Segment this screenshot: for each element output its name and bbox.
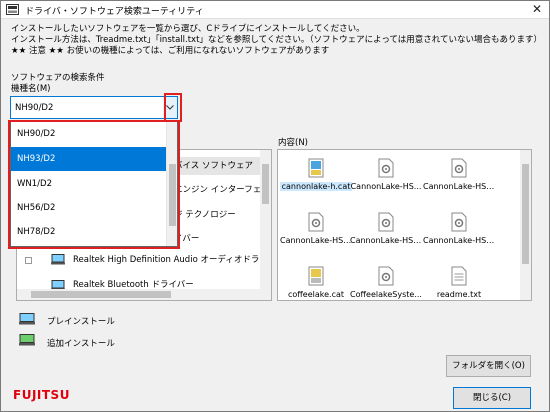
file-item[interactable]: readme.txt [423, 264, 495, 300]
file-item[interactable]: cannonlake-h.cat [280, 156, 352, 200]
catalog-file-icon [308, 266, 324, 286]
tree-item[interactable]: バイス ソフトウェア [174, 157, 261, 175]
scroll-thumb[interactable] [522, 164, 529, 264]
tree-item-label: Realtek High Definition Audio オーディオドライバ [73, 255, 272, 265]
model-select[interactable]: NH90/D2 [10, 96, 178, 119]
file-name: CannonLake-HSy... [280, 236, 352, 245]
description-warning: ★★ 注意 ★★ お使いの機種によっては、ご利用になれないソフトウェアがあります [11, 46, 330, 56]
file-name: CannonLake-HS... [350, 182, 422, 191]
file-item[interactable]: CannonLake-HSy... [280, 210, 352, 254]
file-item[interactable]: CannonLake-HSy... [350, 210, 422, 254]
app-icon [6, 4, 19, 15]
preinstall-legend-label: プレインストール [47, 317, 115, 327]
highlight-box-dropdown-button [164, 93, 182, 122]
tree-item[interactable]: ジ テクノロジー [174, 206, 236, 224]
file-item[interactable]: CoffeelakeSyste... [350, 264, 422, 300]
text-file-icon [451, 266, 467, 286]
tree-item[interactable]: エンジン インターフェ [174, 181, 261, 199]
tree-vertical-scrollbar[interactable] [260, 150, 271, 290]
fujitsu-logo: FUJITSU [13, 388, 70, 402]
close-button[interactable]: 閉じる(C) [453, 387, 531, 409]
file-name: CannonLake-HSy... [423, 236, 495, 245]
window-title: ドライバ・ソフトウェア検索ユーティリティ [25, 7, 204, 17]
settings-file-icon [451, 212, 467, 232]
settings-file-icon [378, 158, 394, 178]
file-item[interactable]: CannonLake-HSy... [423, 156, 495, 200]
additional-install-legend-icon [19, 334, 35, 346]
catalog-file-icon [308, 158, 324, 178]
file-name: cannonlake-h.cat [280, 182, 352, 191]
tree-item-label: バイス ソフトウェア [174, 161, 253, 171]
file-name: CannonLake-HSy... [423, 182, 495, 191]
settings-file-icon [308, 212, 324, 232]
main-window: ドライバ・ソフトウェア検索ユーティリティ ✕ インストールしたいソフトウェアを一… [0, 0, 550, 412]
tree-item-label: エンジン インターフェ [174, 185, 262, 195]
model-label: 機種名(M) [11, 84, 51, 94]
file-item[interactable]: coffeelake.cat [280, 264, 352, 300]
file-name: coffeelake.cat [287, 290, 345, 299]
tree-item-label: ジ テクノロジー [174, 210, 236, 220]
close-window-icon[interactable]: ✕ [532, 2, 542, 16]
settings-file-icon [378, 212, 394, 232]
title-bar: ドライバ・ソフトウェア検索ユーティリティ ✕ [1, 1, 549, 19]
file-name: readme.txt [436, 290, 482, 299]
open-folder-button[interactable]: フォルダを開く(O) [446, 355, 531, 377]
preinstall-legend-icon [19, 313, 35, 325]
tree-horizontal-scrollbar[interactable] [17, 289, 271, 300]
description-line-1: インストールしたいソフトウェアを一覧から選び、Cドライブにインストールしてくださ… [11, 24, 365, 34]
description-line-2: インストール方法は、Treadme.txt」「install.txt」などを参照… [11, 35, 543, 45]
tree-item[interactable]: Realtek High Definition Audio オーディオドライバ [73, 251, 272, 269]
model-select-value: NH90/D2 [15, 103, 54, 113]
file-name: CoffeelakeSyste... [350, 290, 422, 299]
file-item[interactable]: CannonLake-HS... [350, 156, 422, 200]
contents-vertical-scrollbar[interactable] [520, 150, 531, 300]
scroll-thumb[interactable] [31, 291, 171, 298]
tree-expander[interactable] [25, 257, 32, 264]
contents-label: 内容(N) [278, 138, 308, 148]
additional-install-legend-label: 追加インストール [47, 339, 115, 349]
settings-file-icon [378, 266, 394, 286]
contents-file-view[interactable]: cannonlake-h.cat CannonLake-HS... Cannon… [277, 149, 532, 301]
scroll-thumb[interactable] [262, 164, 269, 204]
file-name: CannonLake-HSy... [350, 236, 422, 245]
file-item[interactable]: CannonLake-HSy... [423, 210, 495, 254]
highlight-box-dropdown-list [8, 120, 180, 249]
preinstall-icon [51, 254, 65, 265]
settings-file-icon [451, 158, 467, 178]
